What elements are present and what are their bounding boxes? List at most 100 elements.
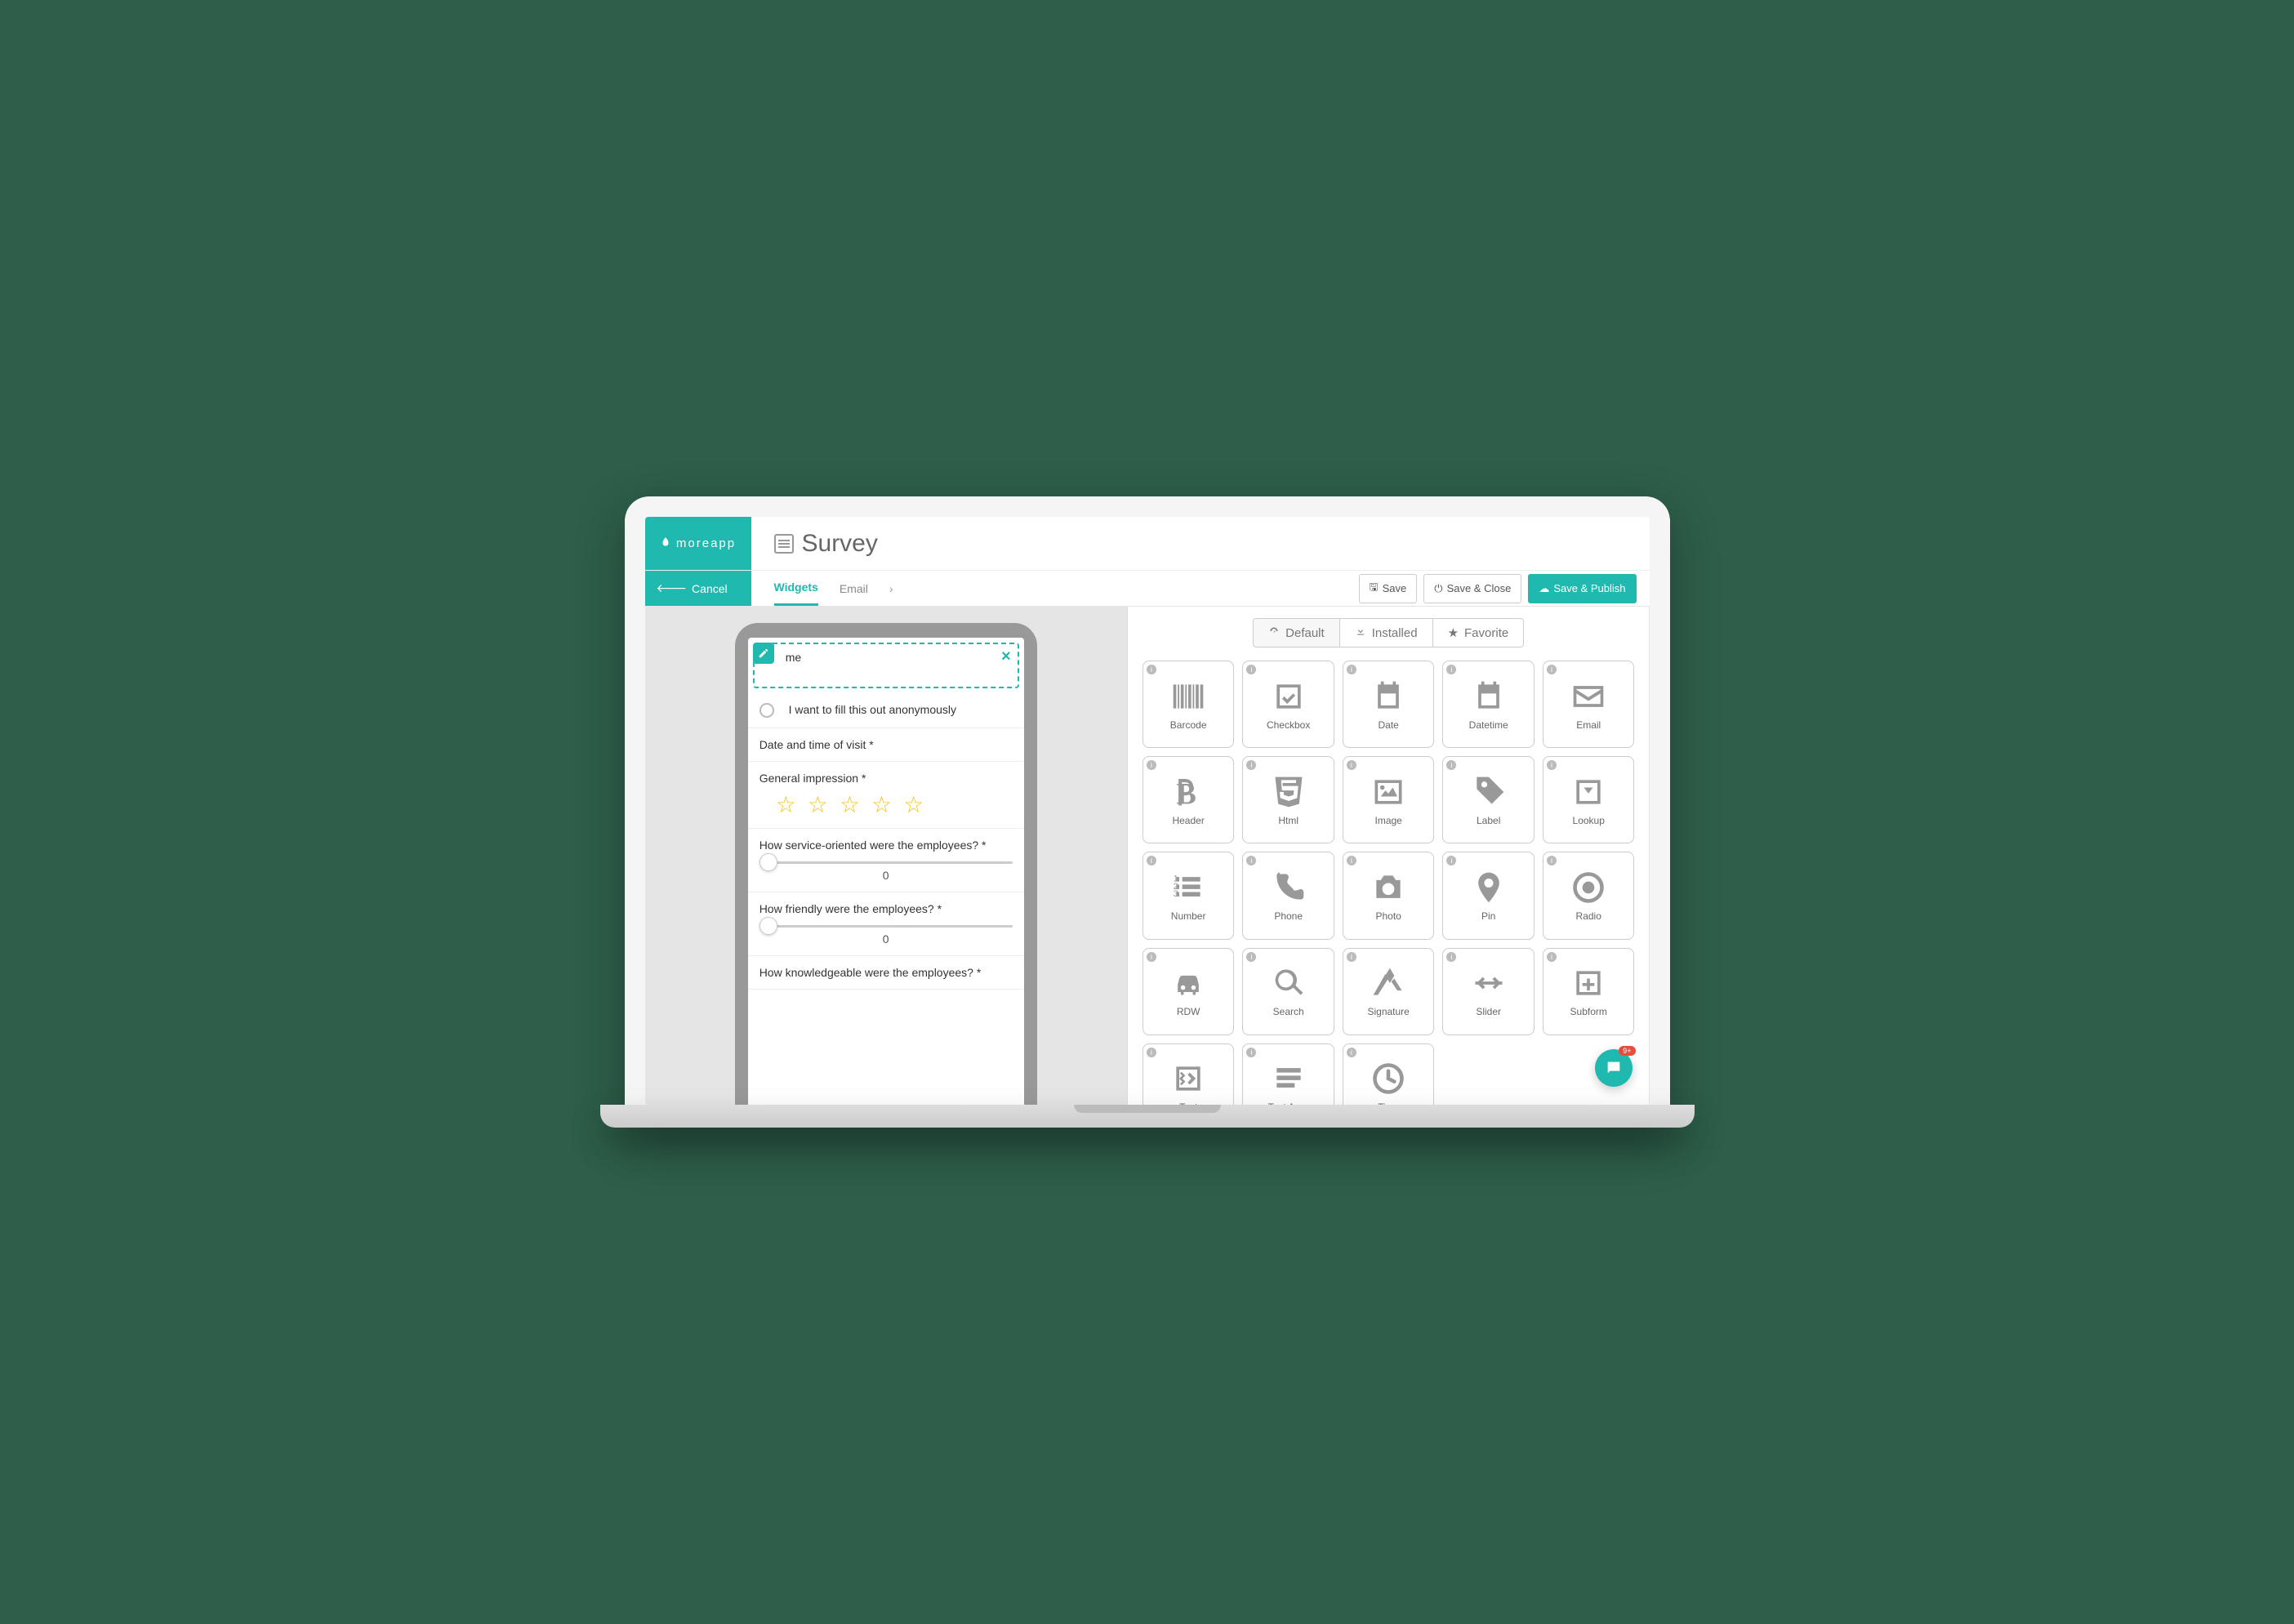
widget-pin[interactable]: iPin [1442, 852, 1535, 939]
info-icon[interactable]: i [1547, 952, 1557, 962]
info-icon[interactable]: i [1347, 760, 1356, 770]
widget-label: Html [1278, 815, 1298, 826]
widget-label: Datetime [1469, 719, 1508, 731]
star-icon[interactable]: ☆ [808, 791, 828, 818]
checkbox-icon [1271, 679, 1307, 714]
slider-icon [1471, 965, 1507, 1001]
info-icon[interactable]: i [1147, 952, 1156, 962]
close-icon[interactable]: × [1001, 647, 1011, 666]
radio-icon[interactable] [759, 703, 774, 718]
info-icon[interactable]: i [1446, 665, 1456, 674]
widget-image[interactable]: iImage [1343, 756, 1435, 843]
anonymous-field[interactable]: I want to fill this out anonymously [748, 693, 1024, 728]
info-icon[interactable]: i [1347, 856, 1356, 865]
datetime-field[interactable]: Date and time of visit * [748, 728, 1024, 762]
info-icon[interactable]: i [1446, 952, 1456, 962]
widget-label: Signature [1367, 1006, 1409, 1017]
chat-button[interactable]: 9+ [1595, 1049, 1633, 1087]
cloud-up-icon: ☁ [1539, 582, 1549, 595]
service-field[interactable]: How service-oriented were the employees?… [748, 829, 1024, 892]
slider[interactable] [759, 861, 1013, 864]
friendly-field[interactable]: How friendly were the employees? * 0 [748, 892, 1024, 956]
info-icon[interactable]: i [1246, 856, 1256, 865]
slider[interactable] [759, 925, 1013, 928]
star-icon[interactable]: ☆ [840, 791, 860, 818]
widget-phone[interactable]: i Phone [1242, 852, 1334, 939]
lookup-icon [1570, 774, 1606, 810]
widget-label: Number [1171, 910, 1206, 922]
widget-label[interactable]: i Label [1442, 756, 1535, 843]
widget-time[interactable]: iTime [1343, 1043, 1435, 1105]
widget-rdw[interactable]: iRDW [1143, 948, 1235, 1035]
save-close-button[interactable]: ⏻ Save & Close [1423, 574, 1521, 603]
slider-thumb[interactable] [759, 853, 777, 871]
widget-text[interactable]: iText [1143, 1043, 1235, 1105]
save-button[interactable]: 🖫 Save [1359, 574, 1418, 603]
info-icon[interactable]: i [1347, 665, 1356, 674]
widget-email[interactable]: iEmail [1543, 661, 1635, 748]
widget-label: Label [1477, 815, 1500, 826]
info-icon[interactable]: i [1147, 856, 1156, 865]
brand-text: moreapp [676, 536, 736, 550]
info-icon[interactable]: i [1547, 665, 1557, 674]
tab-widgets[interactable]: Widgets [774, 571, 818, 606]
widget-label: Search [1273, 1006, 1304, 1017]
wtab-installed[interactable]: Installed [1339, 618, 1433, 647]
info-icon[interactable]: i [1446, 760, 1456, 770]
info-icon[interactable]: i [1147, 1048, 1156, 1057]
widget-label: Phone [1274, 910, 1303, 922]
widget-checkbox[interactable]: iCheckbox [1242, 661, 1334, 748]
info-icon[interactable]: i [1446, 856, 1456, 865]
star-rating[interactable]: ☆ ☆ ☆ ☆ ☆ [759, 791, 1013, 818]
info-icon[interactable]: i [1246, 952, 1256, 962]
selected-form-field[interactable]: × me [753, 643, 1019, 688]
info-icon[interactable]: i [1147, 760, 1156, 770]
widget-slider[interactable]: iSlider [1442, 948, 1535, 1035]
widget-date[interactable]: iDate [1343, 661, 1435, 748]
knowledge-field[interactable]: How knowledgeable were the employees? * [748, 956, 1024, 990]
info-icon[interactable]: i [1246, 1048, 1256, 1057]
tab-email[interactable]: Email [840, 572, 868, 605]
pencil-icon[interactable] [753, 643, 774, 664]
widget-header[interactable]: iBHeader [1143, 756, 1235, 843]
star-icon[interactable]: ☆ [903, 791, 924, 818]
star-icon[interactable]: ☆ [871, 791, 892, 818]
cancel-button[interactable]: 🡐 Cancel [645, 571, 751, 606]
widget-photo[interactable]: i Photo [1343, 852, 1435, 939]
phone-icon [1271, 870, 1307, 905]
widget-radio[interactable]: iRadio [1543, 852, 1635, 939]
chevron-right-icon[interactable]: › [889, 582, 893, 595]
info-icon[interactable]: i [1547, 856, 1557, 865]
info-icon[interactable]: i [1246, 665, 1256, 674]
widget-html[interactable]: i Html [1242, 756, 1334, 843]
number-icon: 123 [1170, 870, 1206, 905]
star-icon: ★ [1448, 625, 1459, 640]
tabs-row: 🡐 Cancel Widgets Email › 🖫 Save ⏻ Save &… [645, 571, 1650, 607]
widget-signature[interactable]: i Signature [1343, 948, 1435, 1035]
wtab-default[interactable]: Default [1253, 618, 1340, 647]
widget-search[interactable]: i Search [1242, 948, 1334, 1035]
star-icon[interactable]: ☆ [776, 791, 796, 818]
wtab-favorite[interactable]: ★ Favorite [1432, 618, 1525, 647]
widget-datetime[interactable]: i Datetime [1442, 661, 1535, 748]
app-screen: moreapp Survey 🡐 Cancel Widgets Email › … [645, 517, 1650, 1105]
widget-subform[interactable]: iSubform [1543, 948, 1635, 1035]
widget-text-area[interactable]: iText Area [1242, 1043, 1334, 1105]
info-icon[interactable]: i [1347, 952, 1356, 962]
info-icon[interactable]: i [1547, 760, 1557, 770]
text-area-icon [1271, 1061, 1307, 1097]
widget-label: Photo [1376, 910, 1401, 922]
widget-label: Header [1172, 815, 1204, 826]
widget-barcode[interactable]: iBarcode [1143, 661, 1235, 748]
topbar: moreapp Survey [645, 517, 1650, 571]
widget-number[interactable]: i 123 Number [1143, 852, 1235, 939]
page-title-area: Survey [751, 517, 878, 570]
slider-thumb[interactable] [759, 917, 777, 935]
info-icon[interactable]: i [1147, 665, 1156, 674]
widget-lookup[interactable]: iLookup [1543, 756, 1635, 843]
impression-field[interactable]: General impression * ☆ ☆ ☆ ☆ ☆ [748, 762, 1024, 829]
save-publish-button[interactable]: ☁ Save & Publish [1528, 574, 1636, 603]
info-icon[interactable]: i [1246, 760, 1256, 770]
widgets-panel: Default Installed ★ Favorite iBarcodeiCh… [1127, 607, 1650, 1105]
info-icon[interactable]: i [1347, 1048, 1356, 1057]
